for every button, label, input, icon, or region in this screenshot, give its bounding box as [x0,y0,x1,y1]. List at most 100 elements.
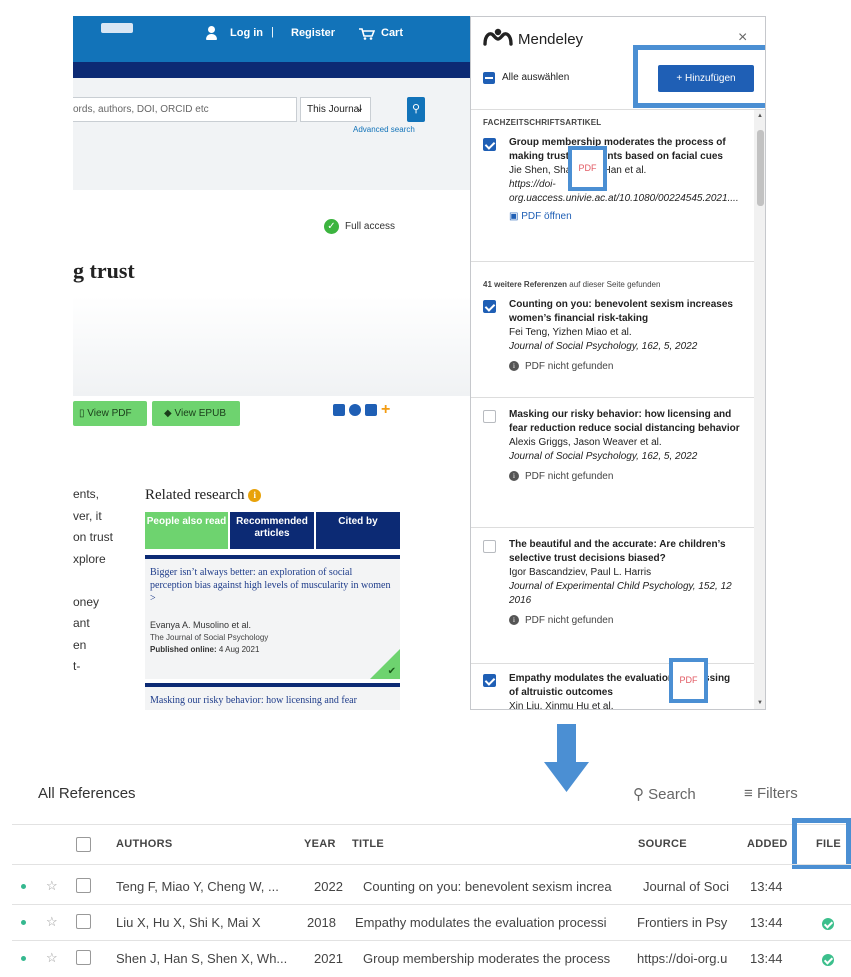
add-button-highlight [633,45,765,108]
view-epub-button[interactable]: ◆ View EPUB [152,401,240,426]
related-card-journal: The Journal of Social Psychology [150,633,269,642]
reference-checkbox[interactable] [483,138,496,151]
reference-item[interactable]: Empathy modulates the evaluation process… [471,672,755,710]
check-circle-icon: ✓ [324,219,339,234]
plus-share-icon[interactable]: + [381,401,390,419]
reference-item[interactable]: Group membership moderates the process o… [471,136,755,262]
row-title[interactable]: Counting on you: benevolent sexism incre… [363,879,629,894]
row-checkbox[interactable] [76,914,91,929]
filters-button[interactable]: ≡ Filters [744,785,798,802]
star-icon[interactable]: ☆ [46,914,58,930]
reference-authors: Fei Teng, Yizhen Miao et al. [509,327,632,338]
file-attached-icon[interactable] [822,954,834,966]
row-authors[interactable]: Shen J, Han S, Shen X, Wh... [116,951,296,966]
row-checkbox[interactable] [76,950,91,965]
reference-checkbox[interactable] [483,300,496,313]
tab-people-also-read[interactable]: People also read [145,512,228,549]
reference-checkbox[interactable] [483,540,496,553]
reference-authors: Igor Bascandziev, Paul L. Harris [509,567,652,578]
reference-item[interactable]: Masking our risky behavior: how licensin… [471,408,755,528]
row-authors[interactable]: Liu X, Hu X, Shi K, Mai X [116,915,296,930]
search-button[interactable]: ⚲ [407,97,425,122]
row-authors[interactable]: Teng F, Miao Y, Cheng W, ... [116,879,296,894]
row-added[interactable]: 13:44 [750,879,783,894]
mendeley-panel: Mendeley × Alle auswählen + Hinzufügen F… [470,16,766,710]
related-card-title[interactable]: Bigger isn’t always better: an explorati… [150,566,395,605]
column-year[interactable]: YEAR [304,838,336,850]
column-source[interactable]: SOURCE [638,838,687,850]
search-band [73,78,473,190]
tab-recommended-articles[interactable]: Recommended articles [230,512,314,549]
access-status: Full access [345,221,396,232]
related-card[interactable]: Bigger isn’t always better: an explorati… [145,555,400,679]
university-logo [101,23,133,33]
abstract-text-fragment: ents, ver, it on trust xplore oney ant e… [73,487,114,673]
related-card-published: Published online: 4 Aug 2021 [150,645,260,654]
register-link[interactable]: Register [291,27,335,39]
pdf-badge-icon: PDF [669,658,708,703]
reference-checkbox[interactable] [483,674,496,687]
journal-search-input[interactable]: ords, authors, DOI, ORCID etc [73,97,297,122]
reference-checkbox[interactable] [483,410,496,423]
unread-dot [21,956,26,961]
view-pdf-button[interactable]: ▯ View PDF [73,401,147,426]
column-title[interactable]: TITLE [352,838,384,850]
related-card[interactable]: Masking our risky behavior: how licensin… [145,683,400,710]
row-year[interactable]: 2021 [314,951,343,966]
document-icon: ▯ [79,408,85,419]
row-title[interactable]: Group membership moderates the process [363,951,629,966]
row-source[interactable]: Frontiers in Psy [637,915,741,930]
row-title[interactable]: Empathy modulates the evaluation process… [355,915,629,930]
open-pdf-link[interactable]: ▣ PDF öffnen [509,211,755,222]
article-title-fragment: g trust [73,258,135,283]
reference-item[interactable]: Counting on you: benevolent sexism incre… [471,298,755,398]
reference-title: Masking our risky behavior: how licensin… [509,409,740,434]
star-icon[interactable]: ☆ [46,878,58,894]
view-pdf-label: View PDF [87,408,132,419]
journal-page: Log in | Register Cart ords, authors, DO… [73,16,473,710]
search-scope-select[interactable]: This Journal ⌄ [300,97,371,122]
divider [12,824,851,825]
column-added[interactable]: ADDED [747,838,788,850]
email-icon[interactable] [365,404,377,417]
references-search[interactable]: ⚲ Search [633,785,696,803]
select-all-checkbox[interactable] [483,72,495,84]
header-separator: | [271,26,274,38]
tab-cited-by[interactable]: Cited by [316,512,400,549]
arrow-down-icon [544,724,589,792]
star-icon[interactable]: ☆ [46,950,58,966]
related-card-title[interactable]: Masking our risky behavior: how licensin… [150,694,395,707]
related-research-title: Related research i [145,487,262,504]
pdf-status: i PDF nicht gefunden [509,615,755,626]
row-year[interactable]: 2018 [307,915,336,930]
journal-nav-bar [73,62,473,78]
reference-authors: Alexis Griggs, Jason Weaver et al. [509,437,662,448]
facebook-icon[interactable] [349,404,361,417]
search-scope-value: This Journal [307,104,362,115]
cart-icon[interactable] [359,28,376,43]
scrollbar-thumb[interactable] [757,130,764,206]
advanced-search-link[interactable]: Advanced search [353,125,415,134]
row-year[interactable]: 2022 [314,879,343,894]
row-source[interactable]: https://doi-org.u [637,951,741,966]
column-authors[interactable]: AUTHORS [116,838,173,850]
reference-item[interactable]: The beautiful and the accurate: Are chil… [471,538,755,664]
more-references-note: 41 weitere Referenzen auf dieser Seite g… [483,280,661,289]
twitter-icon[interactable] [333,404,345,417]
select-all-references-checkbox[interactable] [76,837,91,852]
chevron-right-icon: > [150,593,156,604]
row-checkbox[interactable] [76,878,91,893]
file-attached-icon[interactable] [822,918,834,930]
row-source[interactable]: Journal of Soci [643,879,741,894]
view-epub-label: View EPUB [174,408,226,419]
cart-link[interactable]: Cart [381,27,403,39]
select-all-label[interactable]: Alle auswählen [502,72,569,83]
info-icon[interactable]: i [248,489,262,503]
login-link[interactable]: Log in [230,27,263,39]
row-added[interactable]: 13:44 [750,951,783,966]
row-added[interactable]: 13:44 [750,915,783,930]
diamond-icon: ◆ [164,408,172,419]
reference-authors: Xin Liu, Xinmu Hu et al. [509,701,614,710]
scroll-up-icon[interactable]: ▲ [757,113,763,119]
scroll-down-icon[interactable]: ▼ [757,700,763,706]
